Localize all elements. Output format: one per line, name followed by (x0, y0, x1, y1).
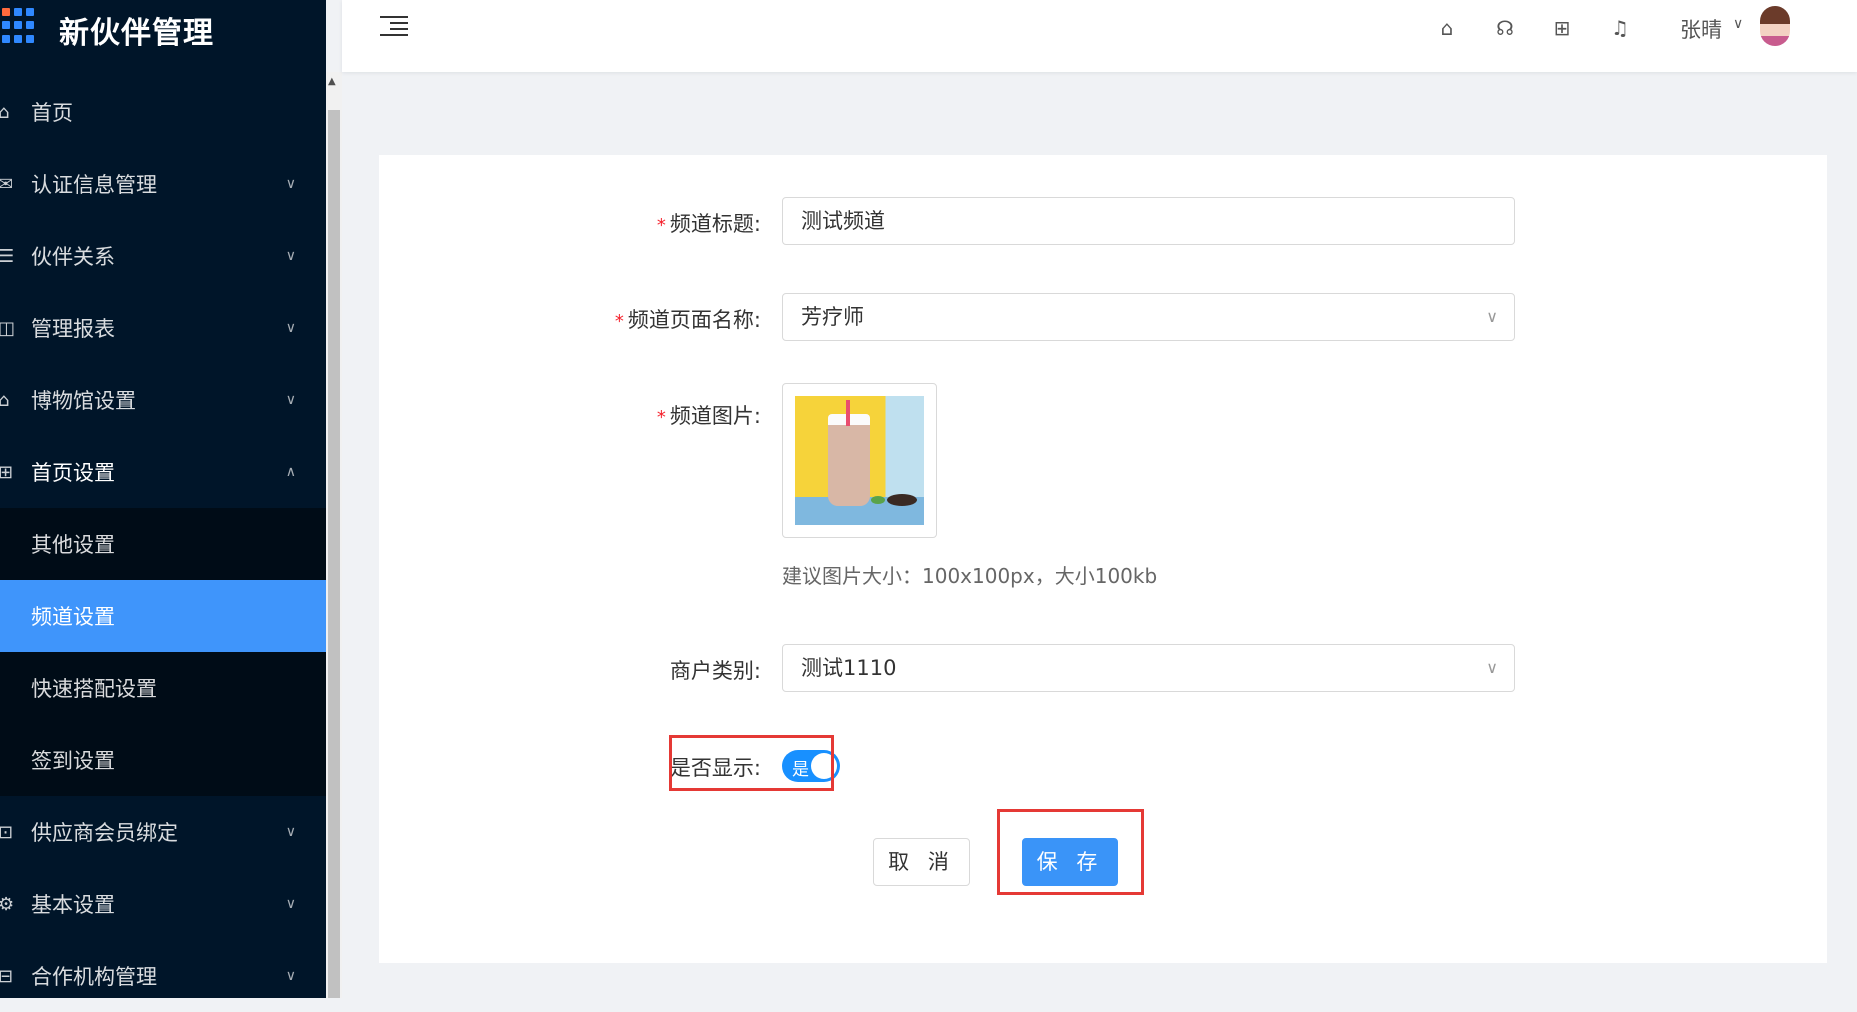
museum-icon: ⌂ (0, 389, 10, 411)
chevron-down-icon: ∨ (285, 968, 296, 984)
required-mark: * (656, 215, 666, 236)
headset-icon[interactable]: ☊ (1493, 16, 1517, 40)
sidebar-item-home[interactable]: ⌂ 首页 (0, 76, 326, 148)
channel-title-input[interactable]: 测试频道 (782, 197, 1515, 245)
sidebar-item-label: 管理报表 (31, 317, 115, 341)
sidebar-item-museum[interactable]: ⌂ 博物馆设置 ∨ (0, 364, 326, 436)
highlight-box-save (997, 809, 1144, 895)
avatar[interactable] (1760, 6, 1790, 46)
sidebar-subitem-other[interactable]: 其他设置 (0, 508, 326, 580)
sidebar-item-label: 博物馆设置 (31, 389, 136, 413)
scroll-up-icon[interactable]: ▲ (328, 76, 336, 87)
sidebar-subitem-channel[interactable]: 频道设置 (0, 580, 326, 652)
logo: 新伙伴管理 (0, 0, 326, 56)
sidebar-item-reports[interactable]: ◫ 管理报表 ∨ (0, 292, 326, 364)
sidebar-scrollbar-thumb[interactable] (328, 110, 340, 998)
channel-image-label: * 频道图片: (656, 404, 761, 428)
sidebar-item-partners[interactable]: ☰ 伙伴关系 ∨ (0, 220, 326, 292)
sidebar-subitem-label: 频道设置 (31, 605, 115, 629)
sidebar-item-supplier[interactable]: ⊡ 供应商会员绑定 ∨ (0, 796, 326, 868)
sidebar-subitem-label: 签到设置 (31, 749, 115, 773)
chevron-down-icon: ∨ (285, 320, 296, 336)
required-mark: * (614, 311, 624, 332)
sidebar-item-basic[interactable]: ⚙ 基本设置 ∨ (0, 868, 326, 940)
sidebar-item-auth[interactable]: ✉ 认证信息管理 ∨ (0, 148, 326, 220)
sidebar-subitem-quick-match[interactable]: 快速搭配设置 (0, 652, 326, 724)
header: ⌂ ☊ ⊞ ♫ 张晴 ∨ ⋮ (342, 0, 1857, 72)
sidebar-item-home-settings[interactable]: ⊞ 首页设置 ∧ (0, 436, 326, 508)
menu-toggle-icon[interactable] (380, 14, 408, 38)
merchant-category-select[interactable]: 测试1110 ∨ (782, 644, 1515, 692)
chevron-down-icon: ∨ (285, 896, 296, 912)
gear-icon: ⚙ (0, 893, 15, 915)
chevron-down-icon: ∨ (285, 176, 296, 192)
sidebar-subitem-checkin[interactable]: 签到设置 (0, 724, 326, 796)
bell-icon[interactable]: ♫ (1608, 16, 1632, 40)
report-icon: ◫ (0, 317, 16, 339)
app-title: 新伙伴管理 (59, 16, 214, 51)
sidebar-subitem-label: 其他设置 (31, 533, 115, 557)
mail-icon: ✉ (0, 173, 14, 195)
chevron-down-icon: ∨ (285, 392, 296, 408)
chevron-down-icon: ∨ (285, 248, 296, 264)
required-mark: * (656, 407, 666, 428)
link-icon: ⊡ (0, 821, 14, 843)
sidebar-item-label: 伙伴关系 (31, 245, 115, 269)
sidebar-item-label: 认证信息管理 (31, 173, 157, 197)
sidebar-item-label: 首页 (31, 101, 73, 125)
home-icon[interactable]: ⌂ (1435, 16, 1459, 40)
more-icon[interactable]: ⋮ (1852, 14, 1857, 38)
sidebar-subitem-label: 快速搭配设置 (31, 677, 157, 701)
home-icon: ⌂ (0, 101, 10, 123)
highlight-box-toggle (669, 735, 834, 791)
chevron-down-icon: ∨ (1486, 307, 1498, 326)
sidebar-item-label: 基本设置 (31, 893, 115, 917)
list-icon: ☰ (0, 245, 15, 267)
submenu-home-settings: 其他设置 频道设置 快速搭配设置 签到设置 (0, 508, 326, 796)
merchant-category-label: 商户类别: (669, 659, 761, 683)
sidebar-item-label: 首页设置 (31, 461, 115, 485)
apps-icon[interactable]: ⊞ (1550, 16, 1574, 40)
logo-icon (0, 8, 40, 44)
image-upload[interactable] (782, 383, 937, 538)
sidebar-item-label: 供应商会员绑定 (31, 821, 178, 845)
select-value: 芳疗师 (801, 305, 864, 329)
sidebar-item-orgs[interactable]: ⊟ 合作机构管理 ∨ (0, 940, 326, 1012)
chevron-down-icon: ∨ (285, 824, 296, 840)
cancel-button[interactable]: 取 消 (873, 838, 970, 886)
chevron-up-icon: ∧ (285, 464, 296, 480)
sidebar-menu: ⌂ 首页 ✉ 认证信息管理 ∨ ☰ 伙伴关系 ∨ ◫ 管理报表 ∨ ⌂ 博物馆设… (0, 76, 326, 1012)
channel-image-thumbnail[interactable] (795, 396, 924, 525)
user-name[interactable]: 张晴 (1680, 14, 1722, 44)
channel-page-name-select[interactable]: 芳疗师 ∨ (782, 293, 1515, 341)
grid-icon: ⊞ (0, 461, 14, 483)
channel-page-name-label: * 频道页面名称: (614, 308, 761, 332)
channel-title-label: * 频道标题: (656, 212, 761, 236)
chevron-down-icon[interactable]: ∨ (1733, 16, 1743, 32)
sidebar-item-label: 合作机构管理 (31, 965, 157, 989)
chevron-down-icon: ∨ (1486, 658, 1498, 677)
form-card: * 频道标题: 测试频道 * 频道页面名称: 芳疗师 ∨ * 频道图片: 建议图片大小… (379, 155, 1827, 963)
sidebar: 新伙伴管理 ⌂ 首页 ✉ 认证信息管理 ∨ ☰ 伙伴关系 ∨ ◫ 管理报表 ∨ … (0, 0, 326, 998)
select-value: 测试1110 (801, 656, 897, 680)
org-icon: ⊟ (0, 965, 14, 987)
title-strip (342, 72, 1857, 120)
image-size-hint: 建议图片大小：100x100px，大小100kb (782, 564, 1158, 588)
